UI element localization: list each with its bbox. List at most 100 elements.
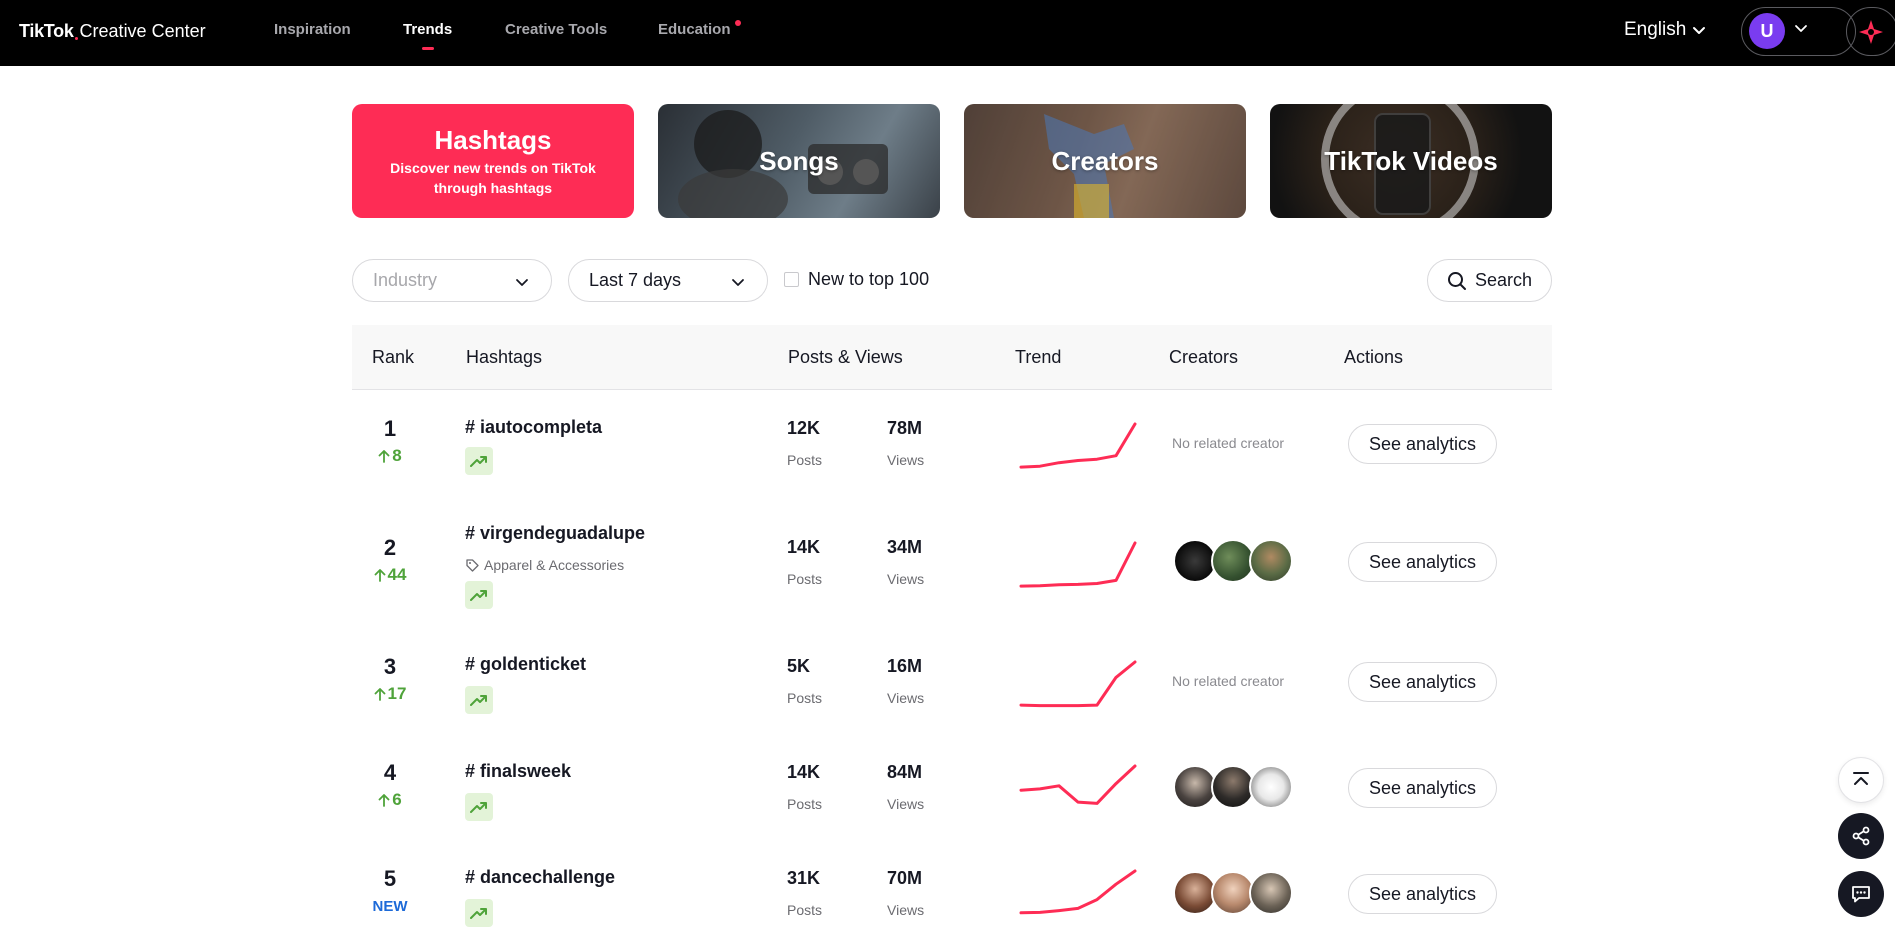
share-button[interactable] [1838, 813, 1884, 859]
app-star-icon [1859, 20, 1883, 44]
chevron-down-icon [516, 279, 528, 286]
no-creator-text: No related creator [1172, 435, 1285, 451]
search-button[interactable]: Search [1427, 259, 1552, 302]
creator-avatar[interactable] [1249, 539, 1293, 583]
user-avatar[interactable]: U [1749, 13, 1785, 49]
arrow-up-icon [374, 688, 385, 701]
top-navigation-bar: TikTok Creative Center Inspiration Trends… [0, 0, 1895, 66]
songs-card[interactable]: Songs [658, 104, 940, 218]
trending-up-icon [470, 456, 487, 467]
creative-center-logo[interactable]: TikTok Creative Center [19, 20, 206, 42]
tag-icon [466, 558, 479, 572]
views-unit: Views [887, 690, 925, 706]
back-to-top-button[interactable] [1838, 757, 1884, 803]
trending-up-icon [470, 590, 487, 601]
posts-unit: Posts [787, 452, 823, 468]
chevron-down-icon [1693, 27, 1706, 34]
hashtag-name[interactable]: # iautocompleta [465, 417, 602, 438]
rank-new-badge: NEW [372, 898, 408, 915]
creators-card-title: Creators [1051, 146, 1159, 176]
arrow-up-icon [378, 794, 390, 807]
posts-unit: Posts [787, 571, 823, 587]
creator-avatar[interactable] [1249, 871, 1293, 915]
trend-line [1019, 764, 1137, 805]
trend-line [1019, 422, 1137, 469]
see-analytics-button[interactable]: See analytics [1348, 768, 1497, 808]
trend-sparkline [1019, 422, 1137, 469]
chevron-down-icon [1795, 25, 1807, 32]
logo-brand: TikTok [19, 21, 74, 41]
see-analytics-button[interactable]: See analytics [1348, 424, 1497, 464]
new-to-top-checkbox[interactable] [784, 272, 799, 287]
see-analytics-button[interactable]: See analytics [1348, 874, 1497, 914]
views-unit: Views [887, 902, 925, 918]
language-selector[interactable]: English [1624, 19, 1706, 41]
new-to-top-label[interactable]: New to top 100 [808, 269, 929, 290]
notification-dot [734, 20, 741, 26]
chat-icon [1852, 886, 1870, 903]
rank-change: 17 [352, 684, 428, 704]
rank-change-value: 6 [392, 790, 402, 809]
see-analytics-button[interactable]: See analytics [1348, 662, 1497, 702]
hashtag-name[interactable]: # goldenticket [465, 654, 586, 675]
rank-change: 8 [352, 446, 428, 466]
share-icon [1852, 826, 1870, 846]
period-value: Last 7 days [589, 270, 682, 290]
views-count: 78M [887, 418, 923, 438]
tiktok-videos-card[interactable]: TikTok Videos [1270, 104, 1552, 218]
search-label: Search [1474, 270, 1533, 290]
posts-count: 5K [787, 656, 811, 676]
views-unit: Views [887, 571, 925, 587]
posts-count: 12K [787, 418, 821, 438]
creator-avatars [1173, 765, 1297, 809]
rank-number: 2 [383, 535, 397, 560]
creators-card[interactable]: Creators [964, 104, 1246, 218]
arrow-to-top-icon [1853, 772, 1869, 785]
trending-up-badge [465, 899, 493, 927]
table-row: 1 8 # iautocompleta 12K Posts 78M Views … [352, 390, 1552, 498]
posts-count: 14K [787, 762, 821, 782]
table-row: 3 17 # goldenticket 5K Posts 16M Views N… [352, 624, 1552, 732]
trend-sparkline [1019, 869, 1137, 915]
industry-tag-label: Apparel & Accessories [484, 557, 625, 573]
industry-tag: Apparel & Accessories [466, 557, 624, 573]
nav-education[interactable]: Education [658, 20, 741, 38]
trend-sparkline [1019, 660, 1137, 708]
hashtags-card-title: Hashtags [434, 125, 552, 155]
hashtag-name[interactable]: # dancechallenge [465, 867, 615, 888]
songs-card-title: Songs [759, 146, 839, 176]
posts-count: 14K [787, 537, 821, 557]
creator-avatar[interactable] [1249, 765, 1293, 809]
nav-trends[interactable]: Trends [403, 21, 452, 50]
table-header: Rank Hashtags Posts & Views Trend Creato… [352, 325, 1552, 390]
industry-select[interactable]: Industry [352, 259, 552, 302]
header-hashtags: Hashtags [466, 347, 543, 367]
nav-creative-tools[interactable]: Creative Tools [505, 21, 607, 38]
period-select[interactable]: Last 7 days [568, 259, 768, 302]
header-rank: Rank [372, 347, 415, 367]
trend-line [1019, 541, 1137, 588]
views-count: 16M [887, 656, 923, 676]
arrow-up-icon [374, 569, 385, 582]
table-row: 2 44 # virgendeguadalupe Apparel & Acces… [352, 498, 1552, 624]
hashtag-name[interactable]: # virgendeguadalupe [465, 523, 645, 544]
tiktok-videos-card-title: TikTok Videos [1324, 146, 1498, 176]
trending-up-badge [465, 686, 493, 714]
trending-up-icon [470, 802, 487, 813]
language-label: English [1624, 19, 1687, 40]
apps-button[interactable] [1846, 7, 1895, 56]
creator-avatars [1173, 871, 1297, 915]
posts-unit: Posts [787, 690, 823, 706]
feedback-chat-button[interactable] [1838, 871, 1884, 917]
rank-change: 44 [352, 565, 428, 585]
trending-up-badge [465, 793, 493, 821]
logo-product: Creative Center [79, 21, 206, 41]
no-creator-text: No related creator [1172, 673, 1285, 689]
hashtags-card[interactable]: Hashtags Discover new trends on TikTok t… [352, 104, 634, 218]
table-row: 5 NEW # dancechallenge 31K Posts 70M Vie… [352, 838, 1552, 941]
nav-inspiration[interactable]: Inspiration [274, 21, 351, 38]
see-analytics-button[interactable]: See analytics [1348, 542, 1497, 582]
posts-unit: Posts [787, 796, 823, 812]
rank-change: 6 [352, 790, 428, 810]
hashtag-name[interactable]: # finalsweek [465, 761, 571, 782]
